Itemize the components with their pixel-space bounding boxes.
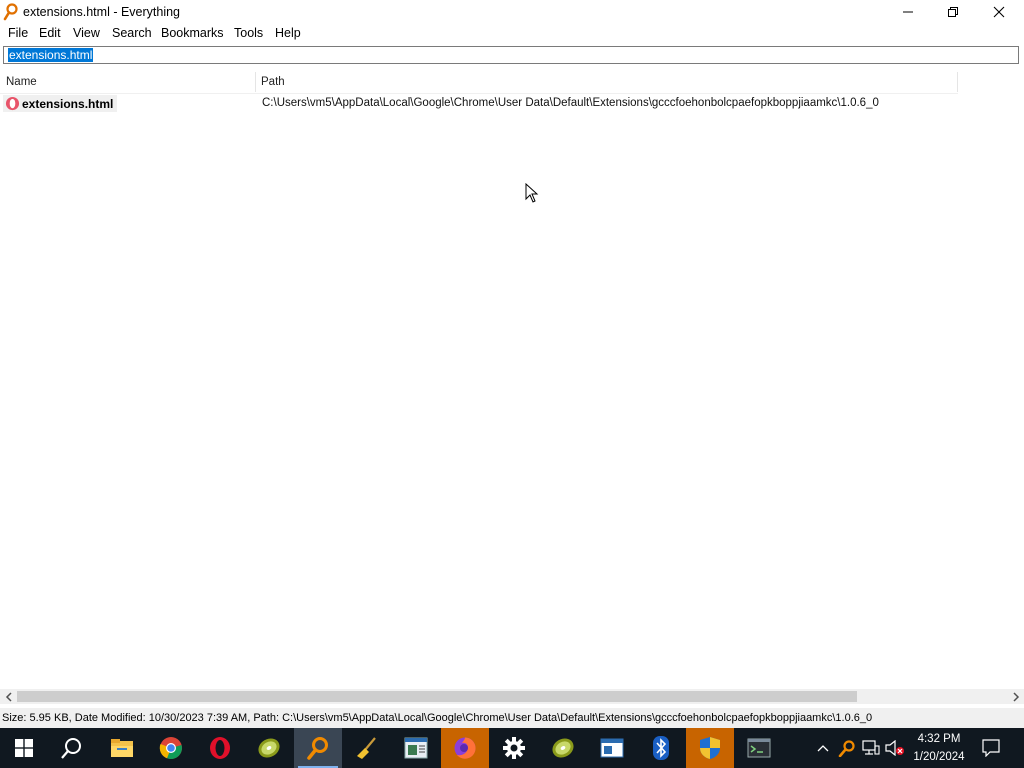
notepad-icon bbox=[404, 737, 428, 759]
taskbar-opera[interactable] bbox=[196, 728, 244, 768]
magnifier-icon bbox=[3, 3, 18, 21]
firefox-icon bbox=[454, 737, 476, 759]
terminal-icon bbox=[747, 738, 771, 758]
taskbar-bluetooth[interactable] bbox=[637, 728, 685, 768]
taskbar-file-explorer[interactable] bbox=[98, 728, 146, 768]
close-icon bbox=[993, 6, 1005, 18]
table-row[interactable]: extensions.html C:\Users\vm5\AppData\Loc… bbox=[0, 94, 958, 113]
opera-html-icon bbox=[5, 96, 20, 111]
chrome-icon bbox=[159, 737, 182, 760]
taskbar-kiwi-2[interactable] bbox=[539, 728, 587, 768]
ccleaner-icon bbox=[357, 737, 376, 759]
everything-tray-icon bbox=[838, 740, 855, 757]
start-button[interactable] bbox=[0, 728, 48, 768]
menu-bar: File Edit View Search Bookmarks Tools He… bbox=[0, 24, 1024, 43]
windows-start-icon bbox=[15, 739, 33, 757]
everything-icon bbox=[307, 737, 328, 760]
title-bar: extensions.html - Everything bbox=[0, 0, 1024, 24]
column-header-path[interactable]: Path bbox=[261, 76, 285, 88]
clock-date: 1/20/2024 bbox=[913, 751, 965, 763]
menu-edit[interactable]: Edit bbox=[39, 26, 61, 40]
shield-icon bbox=[700, 737, 720, 759]
notification-icon bbox=[982, 739, 1000, 757]
taskbar-notepad[interactable] bbox=[392, 728, 440, 768]
taskbar-kiwi[interactable] bbox=[245, 728, 293, 768]
clock-time: 4:32 PM bbox=[917, 733, 961, 745]
chevron-right-icon bbox=[1012, 691, 1019, 702]
tray-volume[interactable] bbox=[885, 738, 905, 758]
taskbar-firefox[interactable] bbox=[441, 728, 489, 768]
file-explorer-icon bbox=[111, 739, 133, 757]
menu-help[interactable]: Help bbox=[275, 26, 301, 40]
taskbar-security[interactable] bbox=[686, 728, 734, 768]
status-bar: Size: 5.95 KB, Date Modified: 10/30/2023… bbox=[0, 708, 1024, 728]
taskbar-terminal[interactable] bbox=[735, 728, 783, 768]
menu-bookmarks[interactable]: Bookmarks bbox=[161, 26, 224, 40]
tray-everything[interactable] bbox=[837, 738, 857, 758]
settings-icon bbox=[503, 737, 525, 759]
bluetooth-icon bbox=[653, 736, 669, 760]
tray-network[interactable] bbox=[861, 738, 881, 758]
search-input[interactable]: extensions.html bbox=[3, 46, 1019, 64]
tray-overflow-button[interactable] bbox=[813, 738, 833, 758]
status-text: Size: 5.95 KB, Date Modified: 10/30/2023… bbox=[2, 712, 873, 724]
app-window-icon bbox=[600, 738, 624, 758]
menu-search[interactable]: Search bbox=[112, 26, 152, 40]
scroll-left-button[interactable] bbox=[1, 689, 16, 704]
result-name: extensions.html bbox=[22, 97, 114, 111]
opera-icon bbox=[210, 737, 230, 759]
taskbar: 4:32 PM 1/20/2024 bbox=[0, 728, 1024, 768]
column-header-name[interactable]: Name bbox=[6, 76, 37, 88]
network-icon bbox=[862, 740, 880, 755]
taskbar-settings[interactable] bbox=[490, 728, 538, 768]
mouse-cursor-icon bbox=[525, 183, 539, 203]
menu-tools[interactable]: Tools bbox=[234, 26, 263, 40]
menu-view[interactable]: View bbox=[73, 26, 100, 40]
action-center-button[interactable] bbox=[981, 738, 1001, 758]
horizontal-scrollbar[interactable] bbox=[0, 689, 1024, 704]
taskbar-search-button[interactable] bbox=[48, 728, 96, 768]
search-input-value: extensions.html bbox=[8, 48, 94, 62]
chevron-left-icon bbox=[5, 691, 12, 702]
restore-icon bbox=[948, 7, 958, 17]
menu-file[interactable]: File bbox=[8, 26, 28, 40]
system-clock[interactable]: 4:32 PM 1/20/2024 bbox=[904, 730, 974, 766]
taskbar-app-window[interactable] bbox=[588, 728, 636, 768]
restore-button[interactable] bbox=[930, 0, 976, 24]
kiwi-icon bbox=[552, 738, 574, 758]
results-header: Name Path bbox=[0, 72, 1024, 92]
minimize-button[interactable] bbox=[885, 0, 931, 24]
close-button[interactable] bbox=[976, 0, 1022, 24]
taskbar-everything[interactable] bbox=[294, 728, 342, 768]
scroll-right-button[interactable] bbox=[1008, 689, 1023, 704]
column-divider[interactable] bbox=[255, 72, 256, 92]
window-title: extensions.html - Everything bbox=[23, 5, 181, 19]
search-icon bbox=[61, 738, 81, 759]
taskbar-ccleaner[interactable] bbox=[343, 728, 391, 768]
volume-muted-icon bbox=[885, 740, 904, 756]
result-path: C:\Users\vm5\AppData\Local\Google\Chrome… bbox=[262, 97, 879, 109]
column-divider[interactable] bbox=[957, 72, 958, 92]
chevron-up-icon bbox=[817, 745, 829, 752]
kiwi-icon bbox=[258, 738, 280, 758]
scrollbar-thumb[interactable] bbox=[17, 691, 857, 702]
minimize-icon bbox=[903, 11, 913, 13]
taskbar-chrome[interactable] bbox=[147, 728, 195, 768]
